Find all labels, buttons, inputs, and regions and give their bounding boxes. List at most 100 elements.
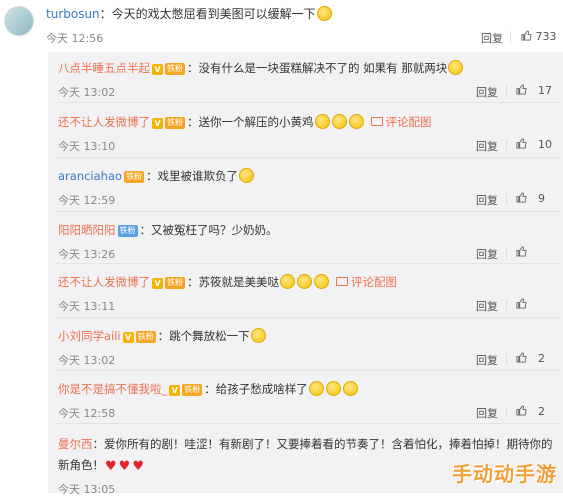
username[interactable]: 八点半睡五点半起	[58, 61, 150, 75]
fan-badge: 铁粉	[135, 331, 156, 343]
divider	[56, 102, 561, 103]
user-avatar[interactable]	[4, 6, 34, 36]
cry-laugh-emoji-icon	[308, 381, 324, 396]
reply-button[interactable]: 回复	[476, 405, 498, 421]
reply-button[interactable]: 回复	[476, 84, 498, 100]
cry-laugh-emoji-icon	[342, 381, 358, 396]
grin-emoji-icon	[297, 274, 312, 289]
like-count: 17	[538, 84, 552, 97]
smile-emoji-icon	[448, 60, 464, 75]
fan-badge: 铁粉	[165, 63, 185, 75]
divider	[506, 139, 507, 151]
heart-icon: ♥	[105, 459, 117, 474]
username[interactable]: 曼尔西	[58, 437, 93, 451]
fan-badge: 铁粉	[182, 384, 203, 396]
divider	[510, 31, 511, 43]
chick-emoji-icon	[348, 114, 364, 129]
cry-laugh-emoji-icon	[325, 381, 341, 396]
image-icon	[336, 277, 348, 286]
heart-icon: ♥	[118, 459, 131, 474]
divider	[56, 263, 561, 264]
timestamp: 今天 13:10	[58, 140, 116, 153]
divider	[506, 85, 507, 97]
vip-icon: V	[152, 278, 163, 289]
divider	[56, 157, 561, 158]
username[interactable]: turbosun	[46, 7, 100, 21]
thumbs-up-icon	[516, 246, 527, 257]
like-button[interactable]	[516, 84, 527, 97]
divider	[506, 193, 507, 205]
fan-badge: 铁粉	[117, 225, 138, 237]
fan-badge: 铁粉	[124, 171, 145, 183]
reply-button[interactable]: 回复	[476, 298, 498, 314]
thumbs-up-icon	[516, 138, 527, 149]
reply-button[interactable]: 回复	[476, 138, 498, 154]
image-icon	[370, 117, 383, 126]
reply-text: ：戏里被谁欺负了	[146, 169, 239, 183]
reply-text: ：跳个舞放松一下	[157, 329, 250, 343]
divider	[56, 317, 561, 318]
username[interactable]: aranciahao	[58, 169, 122, 183]
heart-icon: ♥	[132, 459, 144, 474]
timestamp: 今天 13:11	[58, 300, 116, 313]
like-button[interactable]	[516, 192, 527, 205]
comment-line: turbosun：今天的戏太憋屈看到美图可以缓解一下	[46, 6, 333, 22]
reply-text: ：又被冤枉了吗？少奶奶。	[139, 223, 278, 237]
main-comment: turbosun：今天的戏太憋屈看到美图可以缓解一下 今天 12:56 回复 7…	[0, 0, 563, 52]
like-button[interactable]	[516, 246, 527, 259]
divider	[506, 247, 507, 259]
divider	[56, 370, 561, 371]
timestamp: 今天 13:02	[58, 86, 116, 99]
thumbs-up-icon	[516, 405, 527, 416]
username[interactable]: 还不让人发微博了	[58, 275, 150, 289]
thumbs-up-icon	[516, 84, 527, 95]
timestamp: 今天 12:56	[46, 32, 104, 45]
like-button[interactable]: 733	[521, 30, 557, 43]
chick-emoji-icon	[331, 114, 347, 129]
reply-button[interactable]: 回复	[476, 192, 498, 208]
like-count: 10	[538, 138, 552, 151]
reply-text: ：送你一个解压的小黄鸡	[187, 115, 314, 129]
thumbs-up-icon	[516, 192, 527, 203]
like-count: 733	[535, 30, 557, 43]
comment-image-link[interactable]: 评论配图	[370, 115, 432, 129]
comment-text: ：今天的戏太憋屈看到美图可以缓解一下	[99, 7, 316, 21]
reply-button[interactable]: 回复	[476, 352, 498, 368]
reply-button[interactable]: 回复	[481, 30, 503, 46]
username[interactable]: 还不让人发微博了	[58, 115, 150, 129]
like-count: 2	[538, 405, 545, 418]
vip-icon: V	[122, 332, 134, 343]
watermark: 手动动手游	[452, 462, 557, 486]
like-button[interactable]	[516, 138, 527, 151]
timestamp: 今天 12:59	[58, 194, 116, 207]
timestamp: 今天 12:58	[58, 407, 116, 420]
thumbs-up-icon	[516, 298, 527, 309]
timestamp: 今天 13:05	[58, 483, 116, 496]
like-button[interactable]	[516, 352, 527, 365]
fan-badge: 铁粉	[165, 117, 185, 129]
like-button[interactable]	[516, 298, 527, 311]
divider	[56, 211, 561, 212]
comment-image-link[interactable]: 评论配图	[336, 275, 397, 289]
username[interactable]: 你是不是搞不懂我啦_	[58, 382, 167, 396]
thumbs-up-icon	[516, 352, 527, 363]
reply-text: ：给孩子愁成啥样了	[204, 382, 308, 396]
username[interactable]: 小刘同学aili	[58, 329, 121, 343]
timestamp: 今天 13:02	[58, 354, 116, 367]
like-count: 2	[538, 352, 545, 365]
fan-badge: 铁粉	[165, 277, 185, 289]
reply-button[interactable]: 回复	[476, 246, 498, 262]
chick-emoji-icon	[314, 114, 330, 129]
reply-list: 八点半睡五点半起 V 铁粉 ：没有什么是一块蛋糕解决不了的 如果有 那就两块 今天 1…	[48, 52, 563, 496]
divider	[56, 423, 561, 424]
timestamp: 今天 13:26	[58, 248, 116, 261]
cat-emoji-icon	[250, 328, 266, 343]
vip-icon: V	[152, 118, 163, 129]
vip-icon: V	[152, 64, 163, 75]
username[interactable]: 阳阳晒阳阳	[58, 223, 116, 237]
vip-icon: V	[169, 385, 181, 396]
reply-text: ：苏筱就是美美哒	[187, 275, 279, 289]
grin-emoji-icon	[314, 274, 329, 289]
like-button[interactable]	[516, 405, 527, 418]
thumbs-up-icon	[521, 30, 532, 41]
